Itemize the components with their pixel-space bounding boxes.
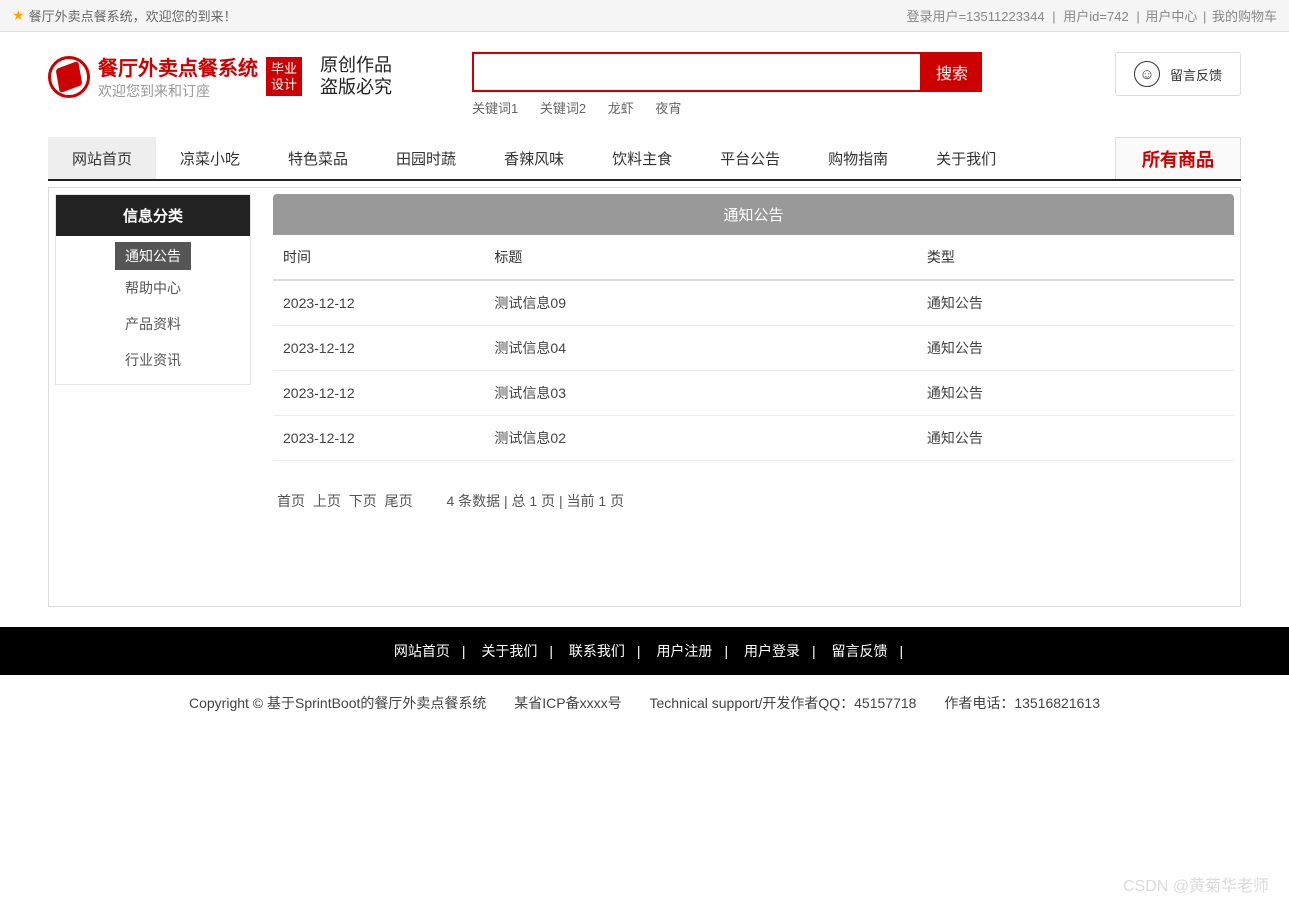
- nav-item[interactable]: 香辣风味: [480, 137, 588, 179]
- pager-info: 4 条数据 | 总 1 页 | 当前 1 页: [446, 493, 624, 509]
- pager-prev[interactable]: 上页: [313, 493, 341, 509]
- cell-time: 2023-12-12: [273, 326, 484, 371]
- cell-title: 测试信息04: [484, 326, 916, 371]
- user-center-link[interactable]: 用户中心: [1145, 9, 1197, 24]
- nav-item[interactable]: 田园时蔬: [372, 137, 480, 179]
- cell-type: 通知公告: [917, 326, 1234, 371]
- search-button[interactable]: 搜索: [922, 52, 982, 92]
- footer-link[interactable]: 用户注册: [656, 643, 712, 659]
- keyword-link[interactable]: 关键词2: [540, 101, 586, 116]
- login-user-label: 登录用户=13511223344: [906, 9, 1044, 24]
- cell-time: 2023-12-12: [273, 371, 484, 416]
- cell-title: 测试信息09: [484, 280, 916, 326]
- keywords: 关键词1 关键词2 龙虾 夜宵: [472, 98, 982, 117]
- sidebar: 信息分类 通知公告 帮助中心 产品资料 行业资讯: [55, 194, 251, 385]
- headset-icon: ☺: [1134, 61, 1160, 87]
- logo-text: 餐厅外卖点餐系统 欢迎您到来和订座: [98, 52, 258, 101]
- nav-item[interactable]: 饮料主食: [588, 137, 696, 179]
- nav-item[interactable]: 特色菜品: [264, 137, 372, 179]
- footer-link[interactable]: 联系我们: [569, 643, 625, 659]
- top-right: 登录用户=13511223344 | 用户id=742 | 用户中心 | 我的购…: [904, 6, 1277, 25]
- nav-item[interactable]: 凉菜小吃: [156, 137, 264, 179]
- table-header-row: 时间 标题 类型: [273, 235, 1234, 280]
- copyright-text: Copyright © 基于SprintBoot的餐厅外卖点餐系统: [189, 695, 486, 711]
- pager: 首页 上页 下页 尾页 4 条数据 | 总 1 页 | 当前 1 页: [273, 461, 1234, 521]
- header: 餐厅外卖点餐系统 欢迎您到来和订座 毕业 设计 原创作品 盗版必究 搜索 关键词…: [0, 32, 1289, 127]
- col-title: 标题: [484, 235, 916, 280]
- table-row[interactable]: 2023-12-12测试信息03通知公告: [273, 371, 1234, 416]
- notice-table: 时间 标题 类型 2023-12-12测试信息09通知公告2023-12-12测…: [273, 235, 1234, 461]
- logo-icon: [48, 56, 90, 98]
- pager-first[interactable]: 首页: [277, 493, 305, 509]
- main-nav: 网站首页 凉菜小吃 特色菜品 田园时蔬 香辣风味 饮料主食 平台公告 购物指南 …: [48, 137, 1241, 181]
- pager-last[interactable]: 尾页: [385, 493, 413, 509]
- logo-subtitle: 欢迎您到来和订座: [98, 81, 258, 101]
- footer-link[interactable]: 关于我们: [481, 643, 537, 659]
- pager-next[interactable]: 下页: [349, 493, 377, 509]
- sidebar-list: 通知公告 帮助中心 产品资料 行业资讯: [56, 236, 250, 384]
- icp-text: 某省ICP备xxxx号: [514, 695, 621, 711]
- table-row[interactable]: 2023-12-12测试信息04通知公告: [273, 326, 1234, 371]
- sidebar-item-notice[interactable]: 通知公告: [115, 242, 191, 270]
- main-panel: 通知公告 时间 标题 类型 2023-12-12测试信息09通知公告2023-1…: [273, 194, 1234, 600]
- search-box: 搜索: [472, 52, 982, 92]
- feedback-button[interactable]: ☺ 留言反馈: [1115, 52, 1241, 96]
- logo-area[interactable]: 餐厅外卖点餐系统 欢迎您到来和订座 毕业 设计 原创作品 盗版必究: [48, 52, 392, 101]
- nav-item[interactable]: 平台公告: [696, 137, 804, 179]
- copyright: Copyright © 基于SprintBoot的餐厅外卖点餐系统 某省ICP备…: [0, 675, 1289, 731]
- footer-link[interactable]: 用户登录: [744, 643, 800, 659]
- col-type: 类型: [917, 235, 1234, 280]
- footer-link[interactable]: 留言反馈: [832, 643, 888, 659]
- support-text: Technical support/开发作者QQ：45157718: [650, 695, 917, 711]
- panel-title: 通知公告: [273, 194, 1234, 235]
- search-area: 搜索 关键词1 关键词2 龙虾 夜宵: [472, 52, 982, 117]
- watermark: CSDN @黄菊华老师: [1123, 872, 1269, 896]
- nav-home[interactable]: 网站首页: [48, 137, 156, 179]
- top-left: ★ 餐厅外卖点餐系统，欢迎您的到来！: [12, 6, 237, 25]
- footer-nav: 网站首页| 关于我们| 联系我们| 用户注册| 用户登录| 留言反馈|: [0, 627, 1289, 675]
- slogan: 原创作品 盗版必究: [320, 55, 392, 98]
- cell-title: 测试信息03: [484, 371, 916, 416]
- graduation-badge: 毕业 设计: [266, 57, 302, 96]
- separator: |: [1136, 9, 1139, 24]
- separator: |: [1203, 9, 1206, 24]
- my-cart-link[interactable]: 我的购物车: [1212, 9, 1277, 24]
- keyword-link[interactable]: 夜宵: [655, 101, 681, 116]
- nav-item[interactable]: 购物指南: [804, 137, 912, 179]
- cell-type: 通知公告: [917, 416, 1234, 461]
- cell-title: 测试信息02: [484, 416, 916, 461]
- sidebar-item-industry[interactable]: 行业资讯: [56, 342, 250, 378]
- table-row[interactable]: 2023-12-12测试信息09通知公告: [273, 280, 1234, 326]
- user-id-label: 用户id=742: [1063, 9, 1128, 24]
- cell-time: 2023-12-12: [273, 416, 484, 461]
- nav-item[interactable]: 关于我们: [912, 137, 1020, 179]
- tel-text: 作者电话：13516821613: [944, 695, 1100, 711]
- feedback-label: 留言反馈: [1170, 65, 1222, 84]
- search-input[interactable]: [472, 52, 922, 92]
- cell-time: 2023-12-12: [273, 280, 484, 326]
- content: 信息分类 通知公告 帮助中心 产品资料 行业资讯 通知公告 时间 标题 类型 2…: [48, 187, 1241, 607]
- sidebar-header: 信息分类: [56, 195, 250, 236]
- top-bar: ★ 餐厅外卖点餐系统，欢迎您的到来！ 登录用户=13511223344 | 用户…: [0, 0, 1289, 32]
- nav-spacer: [1020, 137, 1115, 179]
- welcome-text: 餐厅外卖点餐系统，欢迎您的到来！: [29, 6, 237, 25]
- table-row[interactable]: 2023-12-12测试信息02通知公告: [273, 416, 1234, 461]
- footer-link[interactable]: 网站首页: [394, 643, 450, 659]
- cell-type: 通知公告: [917, 280, 1234, 326]
- separator: |: [1052, 9, 1055, 24]
- logo-title: 餐厅外卖点餐系统: [98, 52, 258, 81]
- star-icon: ★: [12, 7, 25, 24]
- keyword-link[interactable]: 关键词1: [472, 101, 518, 116]
- keyword-link[interactable]: 龙虾: [608, 101, 634, 116]
- col-time: 时间: [273, 235, 484, 280]
- sidebar-item-help[interactable]: 帮助中心: [56, 270, 250, 306]
- cell-type: 通知公告: [917, 371, 1234, 416]
- nav-all-goods[interactable]: 所有商品: [1115, 137, 1241, 179]
- sidebar-item-product[interactable]: 产品资料: [56, 306, 250, 342]
